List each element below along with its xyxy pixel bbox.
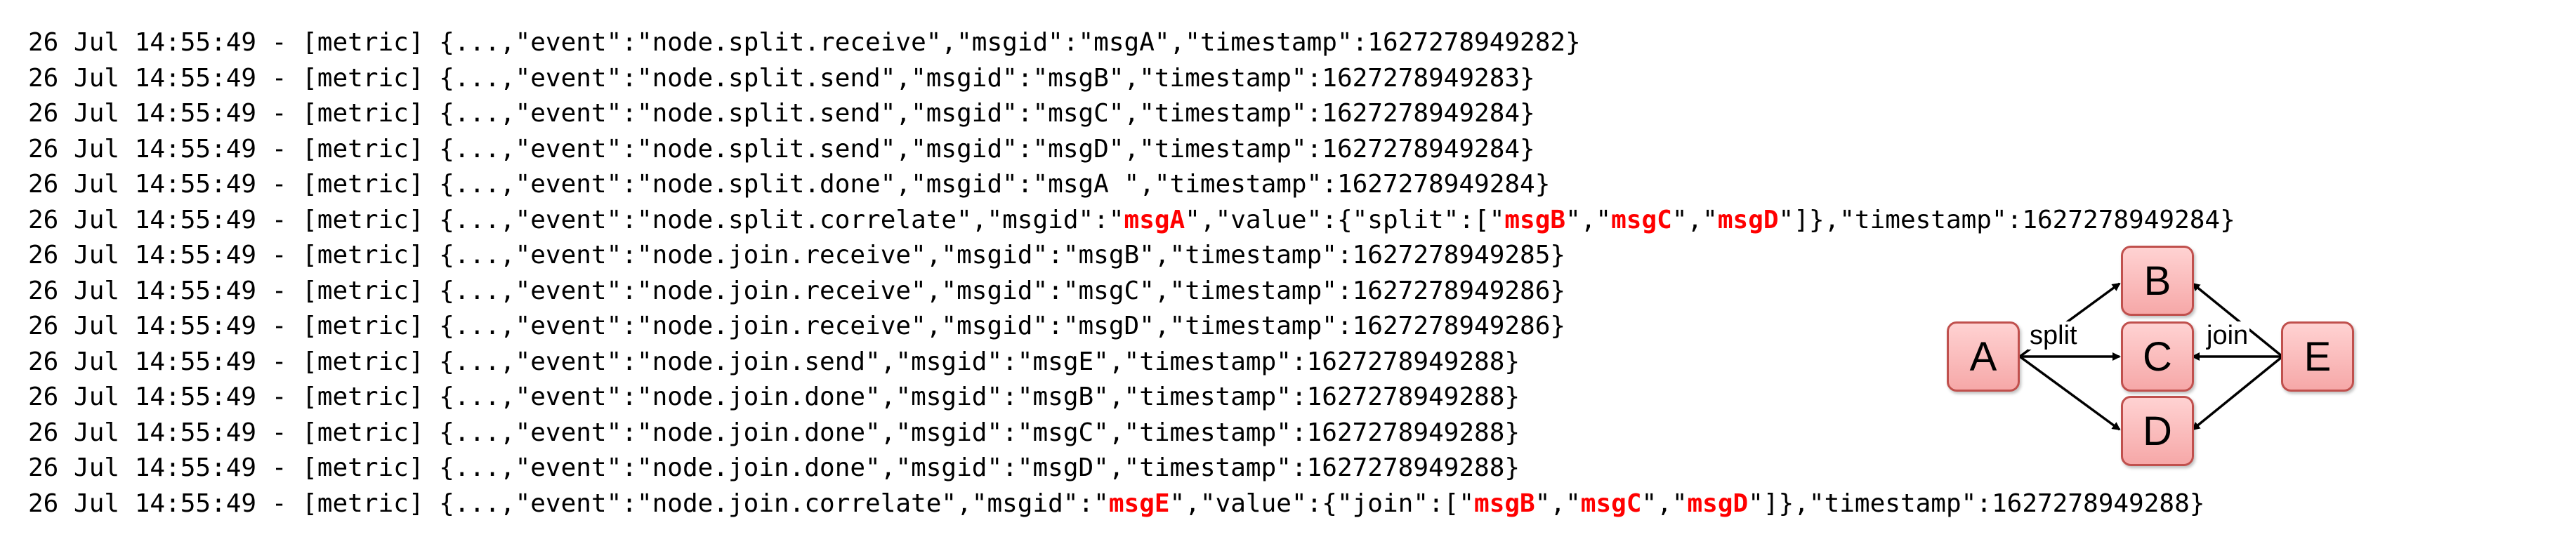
join-label: join bbox=[2205, 321, 2250, 350]
log-text: 26 Jul 14:55:49 - [metric] {...,"event":… bbox=[28, 134, 1535, 164]
log-text: 26 Jul 14:55:49 - [metric] {...,"event":… bbox=[28, 99, 1535, 128]
log-line: 26 Jul 14:55:49 - [metric] {...,"event":… bbox=[28, 132, 2235, 168]
log-line: 26 Jul 14:55:49 - [metric] {...,"event":… bbox=[28, 167, 2235, 203]
arrow-a-d bbox=[2018, 355, 2121, 431]
log-text: ","value":{"join":[" bbox=[1169, 489, 1475, 518]
log-text: "," bbox=[1535, 489, 1581, 518]
log-line: 26 Jul 14:55:49 - [metric] {...,"event":… bbox=[28, 61, 2235, 97]
log-line: 26 Jul 14:55:49 - [metric] {...,"event":… bbox=[28, 96, 2235, 132]
log-text: 26 Jul 14:55:49 - [metric] {...,"event":… bbox=[28, 489, 1109, 518]
log-text: 26 Jul 14:55:49 - [metric] {...,"event":… bbox=[28, 63, 1535, 93]
log-text: ","value":{"split":[" bbox=[1185, 205, 1505, 234]
log-text: 26 Jul 14:55:49 - [metric] {...,"event":… bbox=[28, 312, 1566, 340]
log-line: 26 Jul 14:55:49 - [metric] {...,"event":… bbox=[28, 238, 2235, 274]
log-text: 26 Jul 14:55:49 - [metric] {...,"event":… bbox=[28, 347, 1520, 376]
arrow-e-d bbox=[2191, 355, 2284, 431]
log-line: 26 Jul 14:55:49 - [metric] {...,"event":… bbox=[28, 451, 2235, 486]
log-line: 26 Jul 14:55:49 - [metric] {...,"event":… bbox=[28, 345, 2235, 380]
log-output: 26 Jul 14:55:49 - [metric] {...,"event":… bbox=[28, 25, 2235, 522]
log-text: "]},"timestamp":1627278949284} bbox=[1778, 205, 2235, 234]
msgid-highlight: msgE bbox=[1108, 489, 1170, 518]
node-d: D bbox=[2121, 396, 2194, 466]
log-text: 26 Jul 14:55:49 - [metric] {...,"event":… bbox=[28, 276, 1566, 305]
log-line: 26 Jul 14:55:49 - [metric] {...,"event":… bbox=[28, 309, 2235, 345]
page: 26 Jul 14:55:49 - [metric] {...,"event":… bbox=[0, 0, 2576, 558]
msgid-highlight: msgB bbox=[1474, 489, 1535, 518]
msgid-highlight: msgC bbox=[1611, 205, 1672, 234]
node-e: E bbox=[2281, 321, 2354, 392]
log-text: 26 Jul 14:55:49 - [metric] {...,"event":… bbox=[28, 28, 1581, 57]
msgid-highlight: msgC bbox=[1580, 489, 1642, 518]
msgid-highlight: msgA bbox=[1124, 205, 1185, 234]
msgid-highlight: msgD bbox=[1717, 205, 1779, 234]
log-line: 26 Jul 14:55:49 - [metric] {...,"event":… bbox=[28, 274, 2235, 310]
log-line: 26 Jul 14:55:49 - [metric] {...,"event":… bbox=[28, 25, 2235, 61]
node-c: C bbox=[2121, 321, 2194, 392]
msgid-highlight: msgB bbox=[1504, 205, 1566, 234]
log-line: 26 Jul 14:55:49 - [metric] {...,"event":… bbox=[28, 486, 2235, 522]
log-text: "," bbox=[1565, 205, 1612, 234]
log-text: "]},"timestamp":1627278949288} bbox=[1748, 489, 2205, 518]
log-text: 26 Jul 14:55:49 - [metric] {...,"event":… bbox=[28, 205, 1124, 234]
node-a: A bbox=[1947, 321, 2020, 392]
log-text: 26 Jul 14:55:49 - [metric] {...,"event":… bbox=[28, 241, 1566, 270]
log-text: 26 Jul 14:55:49 - [metric] {...,"event":… bbox=[28, 170, 1551, 199]
msgid-highlight: msgD bbox=[1687, 489, 1749, 518]
log-text: 26 Jul 14:55:49 - [metric] {...,"event":… bbox=[28, 453, 1520, 482]
split-label: split bbox=[2028, 321, 2079, 350]
log-text: 26 Jul 14:55:49 - [metric] {...,"event":… bbox=[28, 418, 1520, 447]
log-line: 26 Jul 14:55:49 - [metric] {...,"event":… bbox=[28, 380, 2235, 416]
log-text: 26 Jul 14:55:49 - [metric] {...,"event":… bbox=[28, 383, 1520, 411]
log-text: "," bbox=[1641, 489, 1688, 518]
log-line: 26 Jul 14:55:49 - [metric] {...,"event":… bbox=[28, 416, 2235, 451]
log-text: "," bbox=[1671, 205, 1718, 234]
node-b: B bbox=[2121, 246, 2194, 316]
log-line: 26 Jul 14:55:49 - [metric] {...,"event":… bbox=[28, 203, 2235, 239]
split-join-diagram: split join A B C D E bbox=[1924, 239, 2374, 470]
